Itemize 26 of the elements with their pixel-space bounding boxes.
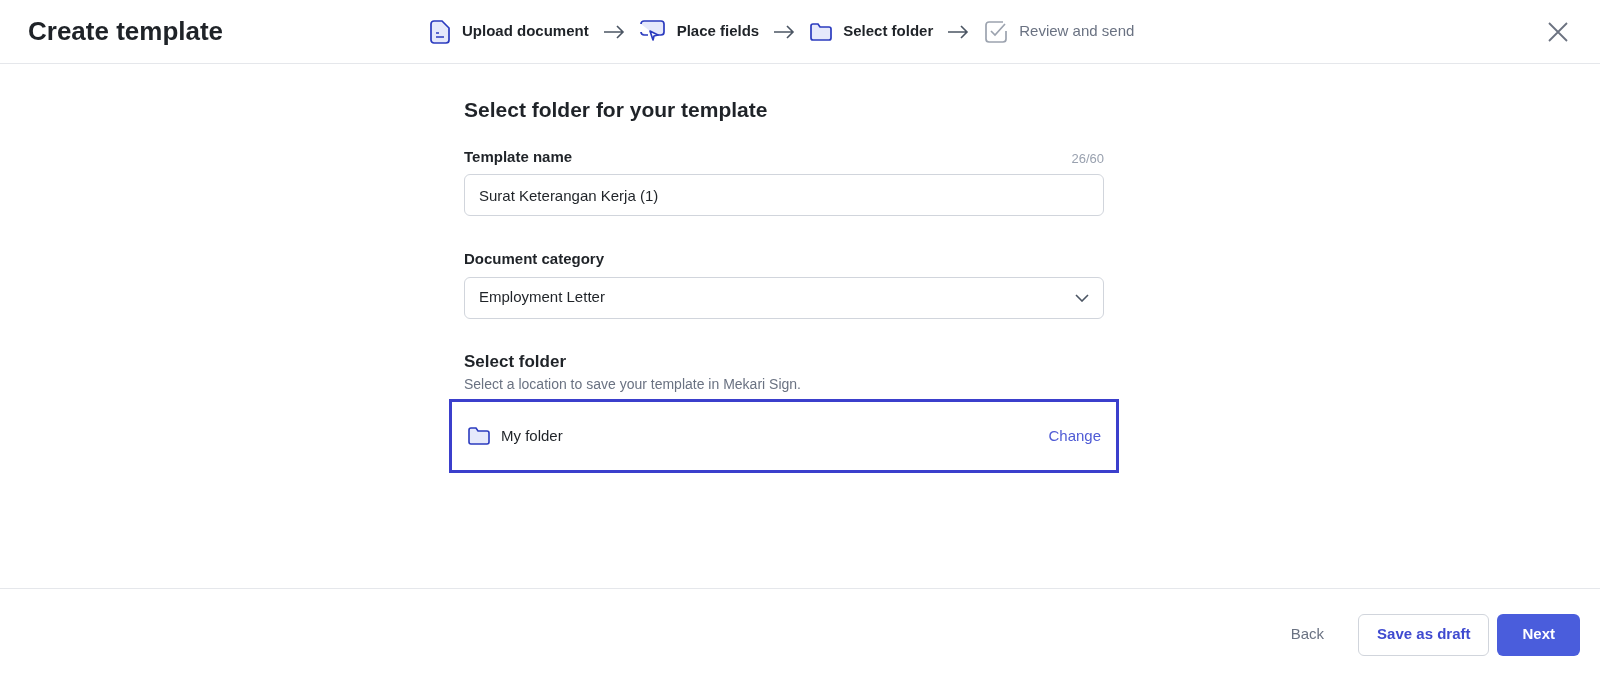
- page-title: Create template: [28, 15, 225, 48]
- template-name-field[interactable]: Surat Keterangan Kerja (1): [464, 174, 1104, 216]
- arrow-right-icon: [602, 24, 625, 39]
- chevron-down-icon: [1075, 293, 1089, 302]
- arrow-right-icon: [773, 24, 796, 39]
- field-label: Document category: [464, 249, 606, 269]
- form-heading: Select folder for your template: [464, 97, 769, 123]
- back-button[interactable]: Back: [1264, 613, 1351, 656]
- section-heading: Select folder: [464, 350, 568, 373]
- folder-icon: [467, 426, 491, 446]
- character-counter: 26/60: [1071, 149, 1104, 168]
- change-link[interactable]: Change: [1048, 424, 1101, 448]
- step-label: Upload document: [462, 21, 589, 42]
- step-label: Select folder: [843, 21, 934, 42]
- document-category-dropdown[interactable]: Employment Letter: [464, 276, 1104, 319]
- arrow-right-icon: [947, 24, 970, 39]
- folder-icon: [809, 20, 834, 43]
- document-icon: [428, 18, 452, 45]
- save-as-draft-button[interactable]: Save as draft: [1358, 613, 1490, 656]
- field-label: Template name: [464, 146, 573, 167]
- next-button[interactable]: Next: [1497, 613, 1580, 656]
- section-description: Select a location to save your template in Mekari Sign.: [464, 375, 802, 394]
- checkbox-icon: [983, 18, 1010, 45]
- step-label: Review and send: [1019, 21, 1135, 42]
- folder-name: My folder: [501, 425, 563, 446]
- step-label: Place fields: [676, 21, 760, 42]
